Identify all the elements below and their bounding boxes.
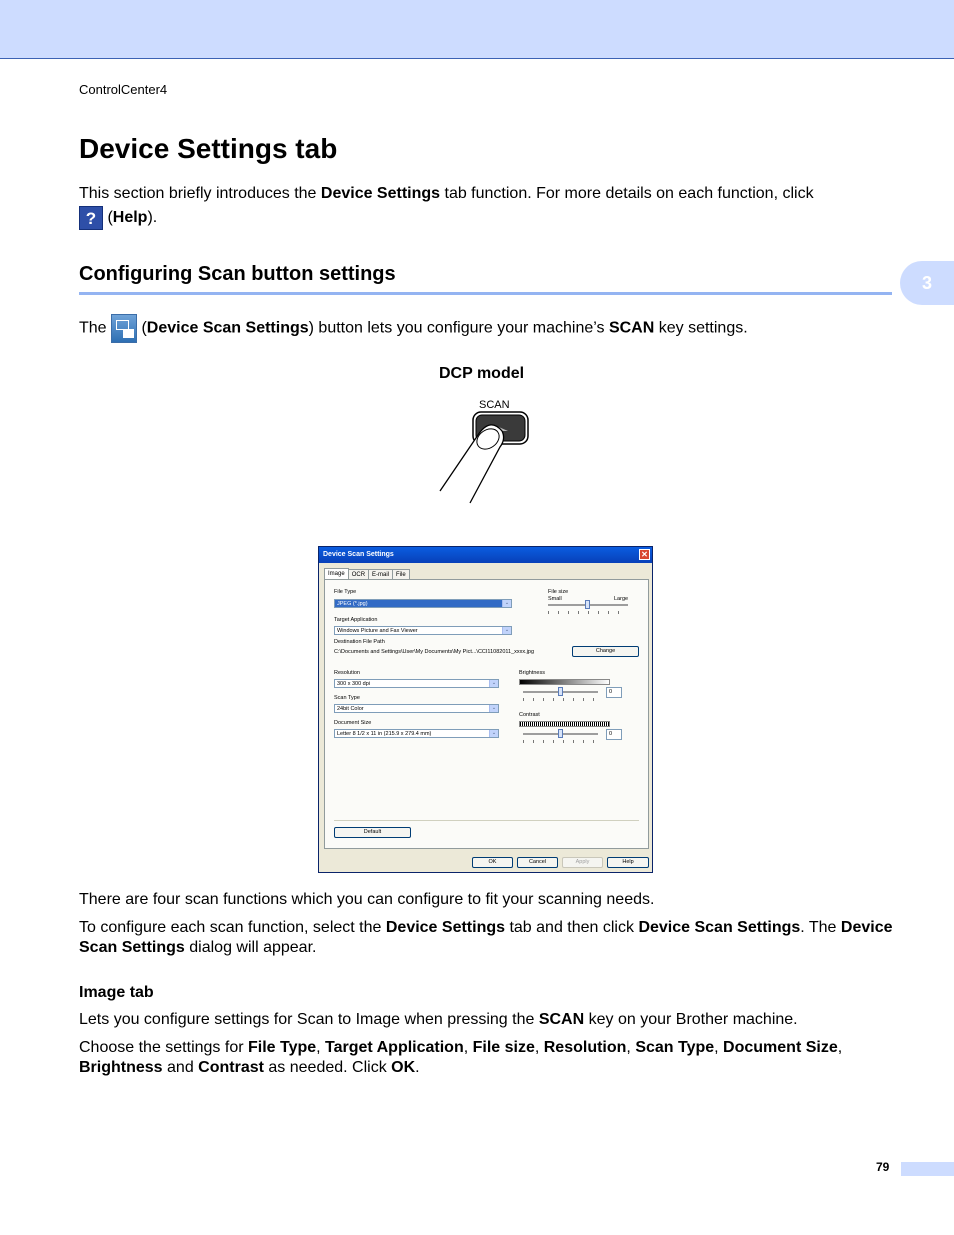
file-size-ticks [548,611,628,614]
file-size-slider[interactable] [585,600,590,609]
brightness-gradient [519,679,610,685]
chevron-down-icon: ⌄ [502,600,511,607]
cancel-button[interactable]: Cancel [517,857,558,868]
dest-path-value: C:\Documents and Settings\User\My Docume… [334,649,535,655]
image-tab-subheading: Image tab [79,984,154,1001]
chevron-down-icon: ⌄ [489,730,498,737]
chevron-down-icon: ⌄ [489,705,498,712]
image-tab-panel: File Type JPEG (*.jpg) ⌄ File size Small … [324,579,649,849]
target-app-select[interactable]: Windows Picture and Fax Viewer ⌄ [334,626,512,635]
scan-type-label: Scan Type [334,695,360,701]
dialog-tabs: Image OCR E-mail File [324,568,410,580]
apply-button[interactable]: Apply [562,857,603,868]
close-icon[interactable]: ✕ [639,549,650,560]
page-number: 79 [876,1160,890,1174]
file-size-large-label: Large [614,596,629,602]
file-size-label: File size [548,589,569,595]
device-scan-settings-icon [111,314,138,343]
brightness-label: Brightness [519,670,545,676]
contrast-ticks [523,740,598,743]
chapter-tab: 3 [900,261,954,305]
chevron-down-icon: ⌄ [502,627,511,634]
file-type-label: File Type [334,589,357,595]
resolution-select[interactable]: 300 x 300 dpi ⌄ [334,679,499,688]
ok-button[interactable]: OK [472,857,513,868]
chevron-down-icon: ⌄ [489,680,498,687]
page-number-bar [901,1162,954,1176]
section-title: Configuring Scan button settings [79,263,396,285]
intro-paragraph: This section briefly introduces the Devi… [79,185,814,230]
body-paragraph-4: Choose the settings for File Type, Targe… [79,1039,843,1076]
scan-type-select[interactable]: 24bit Color ⌄ [334,704,499,713]
panel-separator [334,820,639,821]
figure-caption: DCP model [439,365,525,382]
file-type-select[interactable]: JPEG (*.jpg) ⌄ [334,599,512,608]
doc-size-select[interactable]: Letter 8 1/2 x 11 in (215.9 x 279.4 mm) ⌄ [334,729,499,738]
body-paragraph-2: To configure each scan function, select … [79,919,893,956]
resolution-label: Resolution [334,670,360,676]
dialog-titlebar: Device Scan Settings ✕ [319,547,652,563]
device-scan-settings-dialog: Device Scan Settings ✕ Image OCR E-mail Fil… [318,546,653,873]
doc-size-label: Document Size [334,720,372,726]
help-button[interactable]: Help [607,857,649,868]
help-icon: ? [79,205,103,230]
scan-key-illustration: SCAN [439,399,529,504]
dest-path-label: Destination File Path [334,639,385,645]
brightness-value-field[interactable]: 0 [606,687,622,698]
default-button[interactable]: Default [334,827,411,838]
body-paragraph-3: Lets you configure settings for Scan to … [79,1011,798,1028]
brightness-slider[interactable] [558,687,563,696]
page-title: Device Settings tab [79,133,338,164]
body-paragraph-1: There are four scan functions which you … [79,891,655,908]
section-rule [79,292,892,295]
file-size-small-label: Small [548,596,562,602]
header-band [0,0,954,59]
contrast-pattern [519,721,610,727]
contrast-value-field[interactable]: 0 [606,729,622,740]
change-button[interactable]: Change [572,646,639,657]
dialog-title: Device Scan Settings [323,551,394,558]
scan-key-label: SCAN [479,399,510,411]
running-title: ControlCenter4 [79,82,168,97]
brightness-ticks [523,698,598,701]
contrast-label: Contrast [519,712,540,718]
target-app-label: Target Application [334,617,378,623]
scan-paragraph: The (Device Scan Settings) button lets y… [79,314,894,343]
contrast-slider[interactable] [558,729,563,738]
